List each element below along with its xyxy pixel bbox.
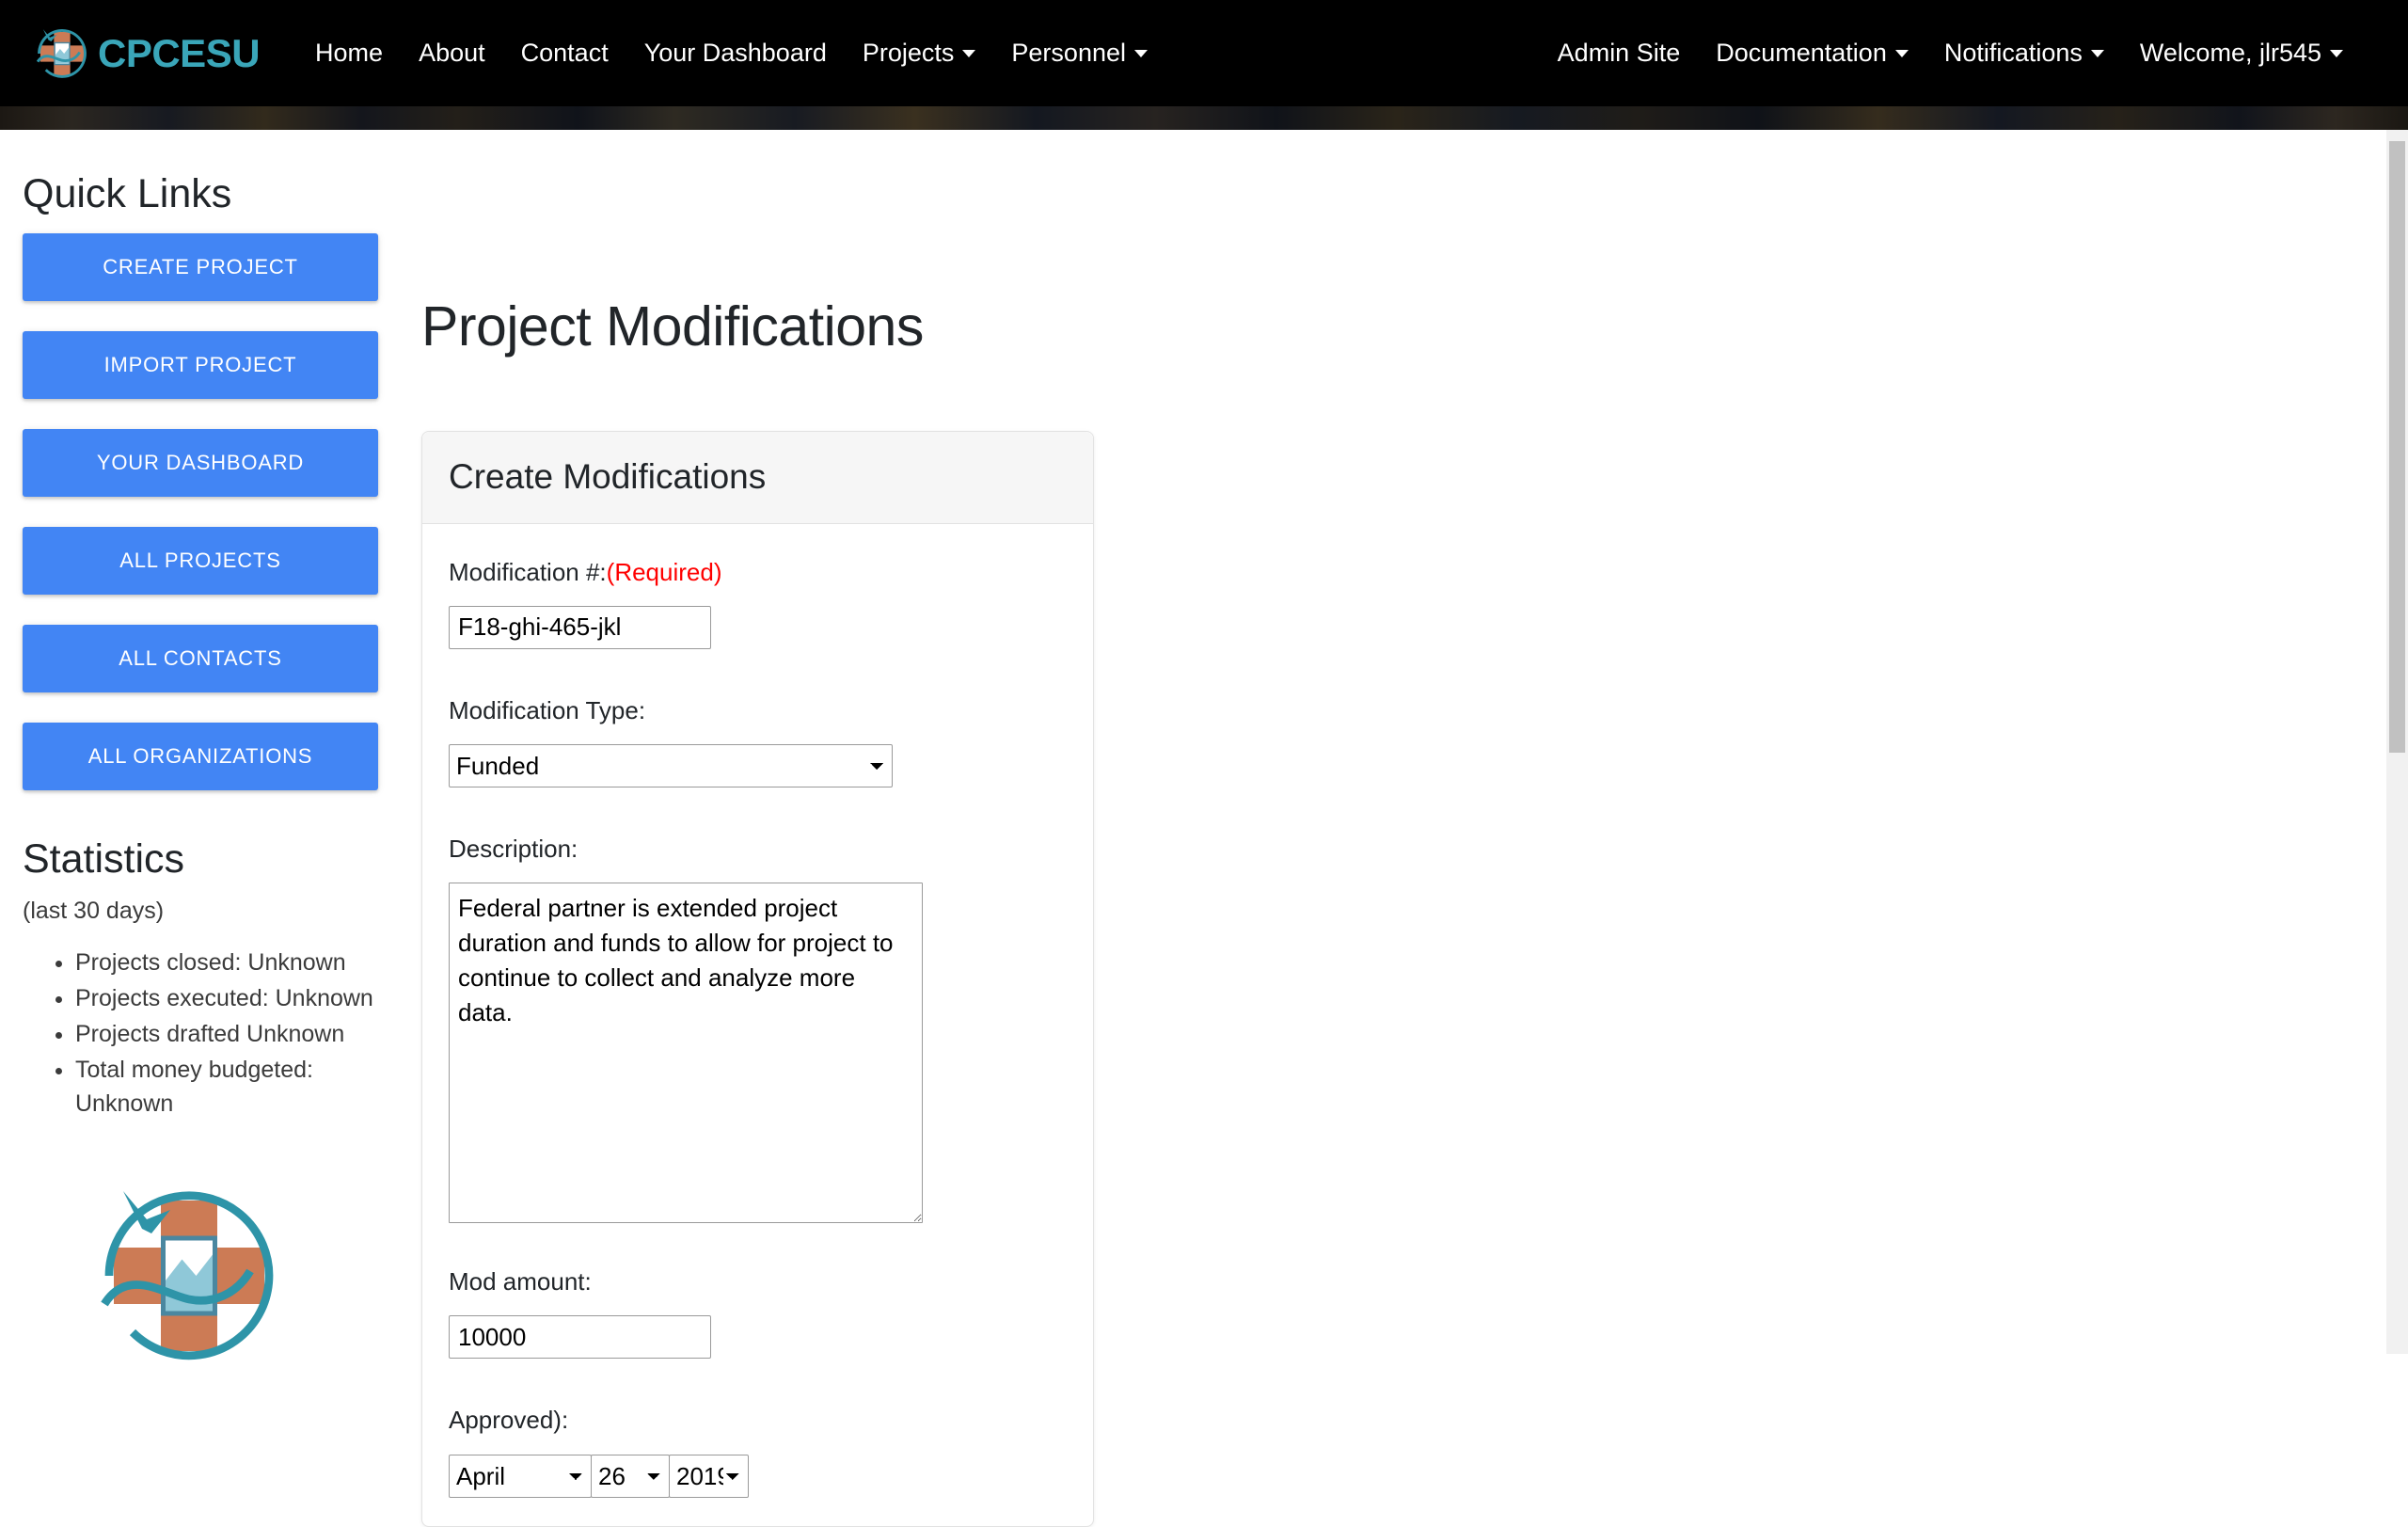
nav-item-contact[interactable]: Contact bbox=[503, 31, 626, 75]
description-textarea[interactable]: Federal partner is extended project dura… bbox=[449, 883, 923, 1224]
brand-name: CPCESU bbox=[98, 30, 261, 75]
main-content: Project Modifications Create Modificatio… bbox=[421, 130, 1456, 1527]
card-header: Create Modifications bbox=[422, 431, 1093, 524]
approved-date-group: Approved): April 26 2019 bbox=[449, 1406, 1067, 1498]
label-text: Modification #: bbox=[449, 557, 607, 586]
import-project-button[interactable]: IMPORT PROJECT bbox=[23, 331, 378, 400]
sidebar: Quick Links CREATE PROJECT IMPORT PROJEC… bbox=[23, 130, 380, 1393]
nav-item-user-menu[interactable]: Welcome, jlr545 bbox=[2122, 31, 2361, 75]
nav-item-your-dashboard[interactable]: Your Dashboard bbox=[626, 31, 845, 75]
approved-year-select[interactable]: 2019 bbox=[669, 1454, 749, 1498]
vertical-scrollbar-thumb[interactable] bbox=[2389, 141, 2405, 753]
statistics-heading: Statistics bbox=[23, 836, 185, 883]
modification-number-label: Modification #:(Required) bbox=[449, 558, 1067, 587]
card-title: Create Modifications bbox=[449, 456, 767, 496]
modification-type-select[interactable]: Funded bbox=[449, 743, 893, 787]
vertical-scrollbar-track[interactable] bbox=[2386, 130, 2408, 1354]
top-navbar: CPCESU Home About Contact Your Dashboard… bbox=[0, 0, 2408, 106]
approved-day-select[interactable]: 26 bbox=[591, 1454, 670, 1498]
cpcesu-cross-logo-icon bbox=[28, 20, 96, 87]
nav-label: Documentation bbox=[1716, 39, 1887, 67]
statistics-list: Projects closed: Unknown Projects execut… bbox=[23, 946, 380, 1121]
nav-item-documentation[interactable]: Documentation bbox=[1698, 31, 1926, 75]
list-item: Total money budgeted: Unknown bbox=[75, 1053, 380, 1121]
hero-banner-image bbox=[0, 106, 2408, 130]
all-contacts-button[interactable]: ALL CONTACTS bbox=[23, 625, 378, 693]
list-item: Projects executed: Unknown bbox=[75, 981, 380, 1015]
approved-date-row: April 26 2019 bbox=[449, 1454, 1067, 1498]
mod-amount-input[interactable] bbox=[449, 1315, 711, 1360]
nav-item-personnel[interactable]: Personnel bbox=[993, 31, 1165, 75]
page-title: Project Modifications bbox=[421, 295, 924, 358]
brand-logo-link[interactable]: CPCESU bbox=[28, 20, 261, 87]
nav-label: About bbox=[419, 39, 485, 67]
card-body: Modification #:(Required) Modification T… bbox=[422, 524, 1093, 1526]
nav-label: Your Dashboard bbox=[643, 39, 827, 67]
chevron-down-icon bbox=[1134, 49, 1148, 57]
description-group: Description: Federal partner is extended… bbox=[449, 835, 1067, 1228]
approved-date-label: Approved): bbox=[449, 1406, 569, 1435]
navbar-left-links: Home About Contact Your Dashboard Projec… bbox=[297, 31, 1165, 75]
chevron-down-icon bbox=[962, 49, 976, 57]
chevron-down-icon bbox=[1894, 49, 1909, 57]
nav-item-admin-site[interactable]: Admin Site bbox=[1540, 31, 1699, 75]
required-marker: (Required) bbox=[606, 557, 722, 586]
nav-item-notifications[interactable]: Notifications bbox=[1926, 31, 2122, 75]
nav-item-about[interactable]: About bbox=[401, 31, 503, 75]
modification-type-label: Modification Type: bbox=[449, 695, 646, 724]
cpcesu-cross-logo-icon bbox=[71, 1158, 307, 1393]
navbar-right-links: Admin Site Documentation Notifications W… bbox=[1540, 31, 2380, 75]
nav-item-projects[interactable]: Projects bbox=[845, 31, 994, 75]
modification-number-input[interactable] bbox=[449, 605, 711, 649]
nav-label: Projects bbox=[862, 39, 955, 67]
modification-type-group: Modification Type: Funded bbox=[449, 696, 1067, 787]
list-item: Projects drafted Unknown bbox=[75, 1017, 380, 1051]
statistics-subtitle: (last 30 days) bbox=[23, 897, 165, 924]
nav-label: Notifications bbox=[1943, 39, 2083, 67]
all-projects-button[interactable]: ALL PROJECTS bbox=[23, 527, 378, 596]
chevron-down-icon bbox=[2090, 49, 2104, 57]
page-content: Quick Links CREATE PROJECT IMPORT PROJEC… bbox=[0, 130, 2408, 1527]
nav-label: Personnel bbox=[1011, 39, 1126, 67]
chevron-down-icon bbox=[2330, 49, 2343, 57]
create-project-button[interactable]: CREATE PROJECT bbox=[23, 233, 378, 302]
nav-label: Home bbox=[315, 39, 384, 67]
approved-month-select[interactable]: April bbox=[449, 1454, 592, 1498]
quick-links-heading: Quick Links bbox=[23, 171, 232, 216]
mod-amount-group: Mod amount: bbox=[449, 1267, 1067, 1360]
nav-item-home[interactable]: Home bbox=[297, 31, 401, 75]
your-dashboard-button[interactable]: YOUR DASHBOARD bbox=[23, 429, 378, 498]
modification-number-group: Modification #:(Required) bbox=[449, 558, 1067, 649]
nav-label: Welcome, jlr545 bbox=[2139, 39, 2321, 67]
create-modifications-card: Create Modifications Modification #:(Req… bbox=[421, 430, 1094, 1527]
list-item: Projects closed: Unknown bbox=[75, 946, 380, 979]
all-organizations-button[interactable]: ALL ORGANIZATIONS bbox=[23, 723, 378, 791]
mod-amount-label: Mod amount: bbox=[449, 1267, 592, 1296]
description-label: Description: bbox=[449, 834, 578, 863]
nav-label: Admin Site bbox=[1557, 39, 1681, 67]
nav-label: Contact bbox=[520, 39, 609, 67]
